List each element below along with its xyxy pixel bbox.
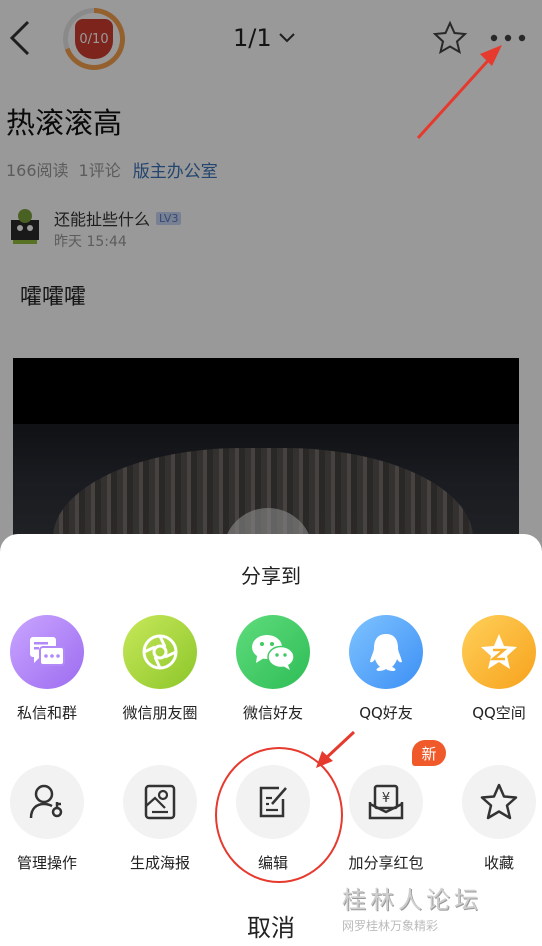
manage-user-icon	[29, 784, 63, 819]
share-private-message[interactable]: 私信和群	[0, 615, 102, 723]
share-wechat-moments[interactable]: 微信朋友圈	[105, 615, 215, 723]
svg-text:¥: ¥	[382, 791, 390, 806]
share-label: QQ好友	[359, 704, 413, 722]
action-label: 加分享红包	[348, 854, 424, 872]
annotation-arrow-top	[416, 45, 502, 140]
favorite-button[interactable]: 收藏	[444, 765, 542, 873]
annotation-arrow-edit	[316, 730, 356, 768]
watermark: 桂林人论坛 网罗桂林万象精彩	[342, 880, 482, 934]
action-label: 管理操作	[16, 854, 77, 872]
share-sheet-title: 分享到	[241, 564, 301, 588]
moments-icon	[142, 634, 178, 670]
red-packet-icon: ¥	[368, 784, 404, 820]
wechat-icon	[252, 635, 295, 670]
watermark-title: 桂林人论坛	[342, 886, 482, 914]
share-label: 微信好友	[242, 704, 303, 722]
action-label: 生成海报	[129, 854, 190, 872]
share-wechat-friend[interactable]: 微信好友	[218, 615, 328, 723]
share-qq-friend[interactable]: QQ好友	[331, 615, 441, 723]
new-badge: 新	[412, 740, 446, 766]
qq-icon	[370, 634, 402, 671]
qzone-icon	[481, 634, 517, 669]
share-label: 微信朋友圈	[122, 704, 198, 722]
action-label: 收藏	[483, 854, 514, 872]
message-group-icon	[30, 637, 65, 666]
generate-poster-button[interactable]: 生成海报	[105, 765, 215, 873]
star-icon	[480, 783, 518, 820]
share-label: 私信和群	[16, 704, 77, 722]
share-red-packet-button[interactable]: ¥ 加分享红包	[331, 765, 441, 873]
watermark-subtitle: 网罗桂林万象精彩	[342, 919, 439, 933]
manage-action-button[interactable]: 管理操作	[0, 765, 102, 873]
share-label: QQ空间	[472, 704, 526, 722]
share-qzone[interactable]: QQ空间	[444, 615, 542, 723]
poster-icon	[144, 784, 176, 820]
